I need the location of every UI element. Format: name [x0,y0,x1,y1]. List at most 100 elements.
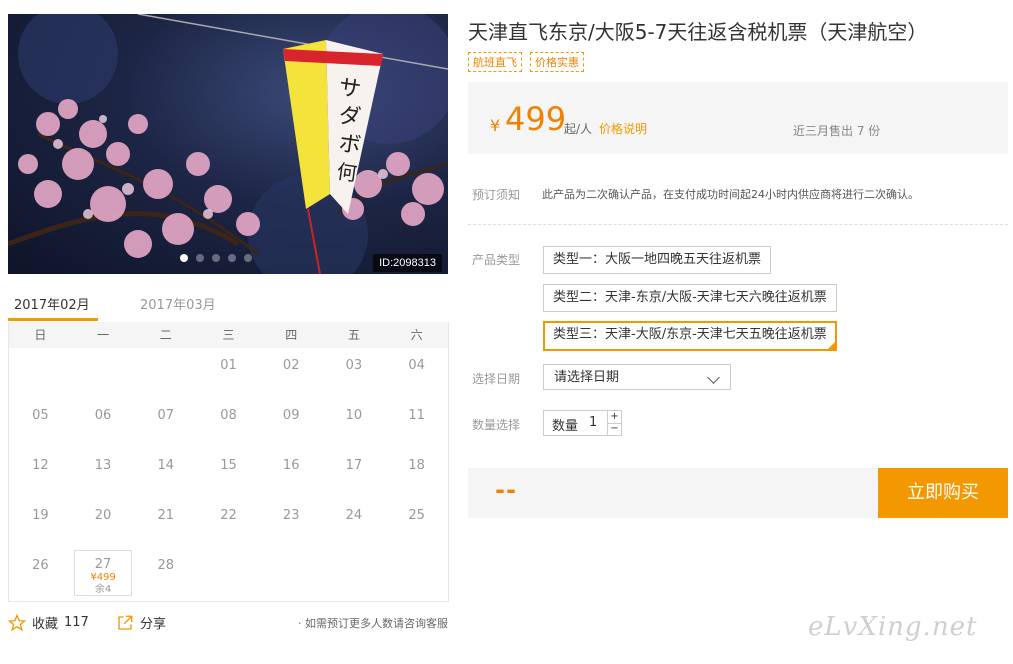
svg-text:ボ: ボ [337,131,362,159]
tab-month-feb[interactable]: 2017年02月 [14,294,90,313]
weekday-label: 五 [347,328,360,342]
weekday-label: 六 [410,328,423,342]
calendar-empty-cell [72,348,135,398]
weekday-label: 二 [159,328,172,342]
carousel-dot[interactable] [244,254,252,262]
calendar-day: 07 [157,408,175,423]
calendar-day: 06 [94,408,112,423]
tab-month-mar[interactable]: 2017年03月 [140,294,216,313]
weekday-label: 四 [285,328,298,342]
calendar-day: 21 [157,508,175,523]
active-tab-indicator [8,318,98,321]
calendar-day: 01 [220,358,237,373]
calendar-day: 26 [32,558,49,573]
purchase-bar: -- 立即购买 [468,468,1008,518]
svg-text:サ: サ [337,75,362,103]
calendar-day-remaining: 余4 [94,584,112,595]
calendar-day: 16 [282,458,300,473]
notice-label: 预订须知 [472,188,521,202]
calendar-day: 09 [282,408,300,423]
availability-calendar: 日 一 二 三 四 五 六 01 02 03 04 05 06 07 08 09 10 11 12 13… [8,322,449,602]
share-icon [118,615,133,630]
calendar-day-number: 27 [94,557,112,572]
weekday-label: 三 [222,328,235,342]
site-watermark: eLvXing.net [808,612,978,642]
tag-direct-flight: 航班直飞 [468,52,522,72]
quantity-label: 数量选择 [472,418,521,432]
calendar-day: 08 [220,408,237,423]
quantity-value[interactable]: 1 [589,415,597,430]
price-value: 499 [505,100,567,138]
calendar-day: 12 [32,458,49,473]
star-icon [8,613,26,631]
calendar-day-price: ¥499 [90,572,116,583]
image-id-badge: ID:2098313 [373,254,442,272]
calendar-day: 03 [345,358,363,373]
quantity-stepper: 数量 1 + − [543,410,622,436]
product-type-option-3[interactable]: 类型三：天津-大阪/东京-天津七天五晚往返机票 [543,321,837,351]
carousel-dot[interactable] [212,254,220,262]
calendar-day: 13 [94,458,112,473]
date-select[interactable]: 请选择日期 [543,364,731,390]
product-type-label: 产品类型 [472,253,521,267]
month-tabs: 2017年02月 2017年03月 [8,290,448,322]
calendar-day: 18 [408,458,425,473]
favorite-button[interactable]: 收藏 117 [8,613,89,632]
total-price: -- [495,476,517,504]
calendar-day: 02 [282,358,300,373]
price-explain-link[interactable]: 价格说明 [599,120,647,137]
svg-text:ダ: ダ [337,103,362,131]
cherry-blossom-lantern-illustration: サ ダ ボ 何 [8,14,448,274]
weekday-header: 日 一 二 三 四 五 六 [9,322,448,348]
calendar-grid: 01 02 03 04 05 06 07 08 09 10 11 12 13 14 15 16 17 18 19 20… [9,348,448,598]
chevron-down-icon [707,371,720,384]
calendar-day: 19 [32,508,49,523]
notice-text: 此产品为二次确认产品，在支付成功时间起24小时内供应商将进行二次确认。 [542,188,919,201]
section-divider [468,224,1008,225]
calendar-day: 14 [157,458,175,473]
svg-text:何: 何 [335,159,358,186]
currency-symbol: ¥ [490,116,501,135]
calendar-day: 28 [157,558,175,573]
buy-now-button[interactable]: 立即购买 [878,468,1008,518]
calendar-day: 25 [408,508,425,523]
quantity-field-label: 数量 [552,419,579,434]
date-select-value: 请选择日期 [554,370,620,385]
carousel-dot[interactable] [228,254,236,262]
calendar-day: 23 [282,508,300,523]
product-type-option-1[interactable]: 类型一：大阪一地四晚五天往返机票 [543,246,772,274]
carousel-dot[interactable] [180,254,188,262]
favorite-label: 收藏 [32,617,59,632]
calendar-empty-cell [9,348,72,398]
group-booking-note: · 如需预订更多人数请咨询客服 [298,617,448,630]
calendar-empty-cell [134,348,197,398]
weekday-label: 一 [97,328,110,342]
calendar-day: 15 [220,458,237,473]
tag-good-price: 价格实惠 [530,52,584,72]
quantity-decrease-button[interactable]: − [607,423,621,435]
favorite-count: 117 [64,615,89,630]
carousel-dots[interactable] [180,254,252,262]
calendar-day: 04 [408,358,425,373]
product-tags: 航班直飞 价格实惠 [468,52,584,72]
weekday-label: 日 [34,328,47,342]
share-label: 分享 [140,617,167,632]
product-photo[interactable]: サ ダ ボ 何 ID:2098313 [8,14,448,274]
product-title: 天津直飞东京/大阪5-7天往返含税机票（天津航空） [468,20,928,44]
carousel-dot[interactable] [196,254,204,262]
calendar-day: 22 [220,508,237,523]
calendar-day-available[interactable]: 27 ¥499 余4 [73,550,133,596]
date-label: 选择日期 [472,372,521,386]
calendar-day: 10 [345,408,363,423]
social-bar: 收藏 117 分享 · 如需预订更多人数请咨询客服 [8,613,448,633]
price-unit: 起/人 [564,122,593,136]
calendar-day: 17 [345,458,363,473]
calendar-day: 20 [94,508,112,523]
calendar-day: 05 [32,408,49,423]
product-type-option-2[interactable]: 类型二：天津-东京/大阪-天津七天六晚往返机票 [543,284,837,312]
calendar-day: 11 [408,408,425,423]
share-button[interactable]: 分享 [116,613,166,632]
calendar-day: 24 [345,508,363,523]
sales-count: 近三月售出 7 份 [793,124,881,138]
price-panel: ¥ 499 起/人 价格说明 近三月售出 7 份 [468,82,1008,154]
